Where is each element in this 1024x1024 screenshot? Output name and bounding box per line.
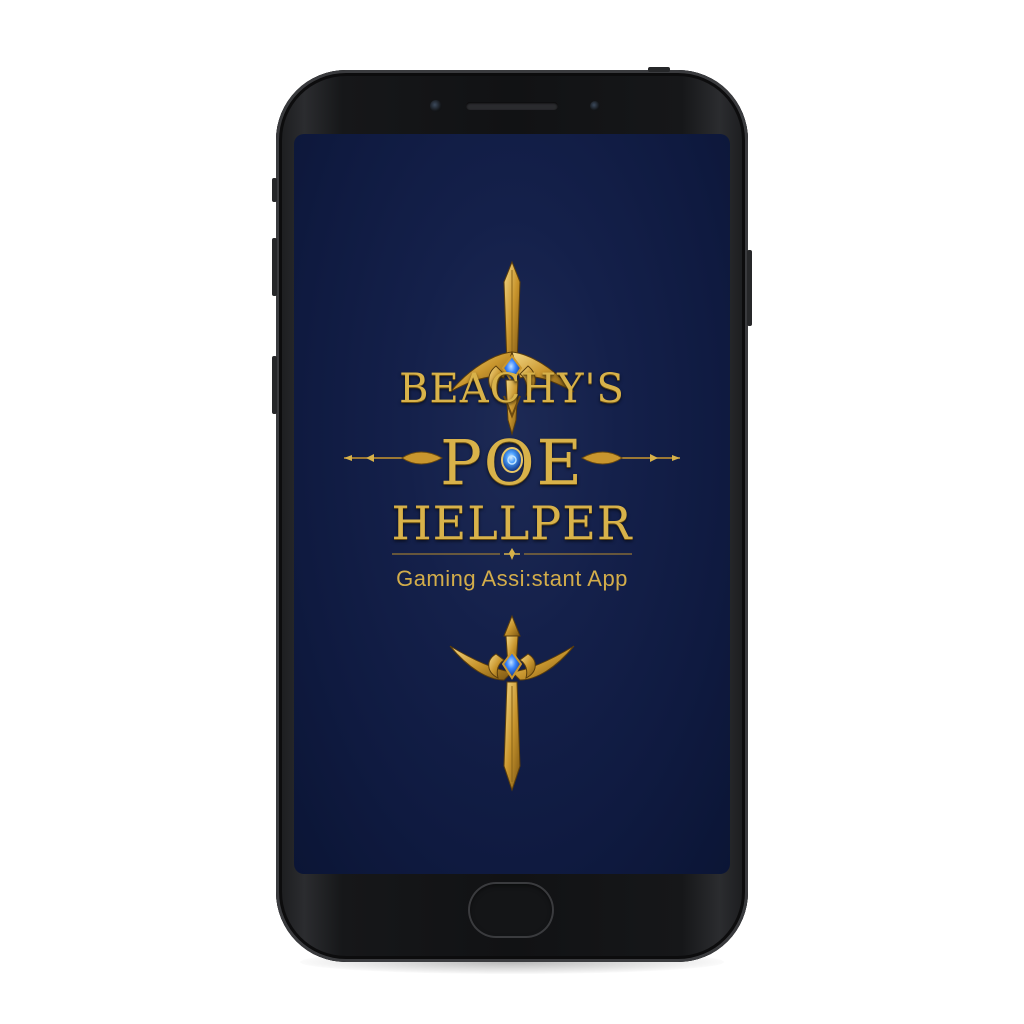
- power-button: [747, 250, 752, 326]
- stage: BEACHY'S POE: [0, 0, 1024, 1024]
- sword-emblem-icon: [449, 614, 575, 792]
- earpiece-speaker: [466, 102, 558, 110]
- home-button[interactable]: [468, 882, 554, 938]
- blue-gem-icon: [501, 447, 523, 473]
- mute-switch: [272, 178, 277, 202]
- app-subtitle: Gaming Assi:stant App: [396, 566, 628, 591]
- app-splash-screen[interactable]: BEACHY'S POE: [294, 134, 730, 874]
- title-divider: [392, 548, 632, 560]
- app-title-line-3: HELLPER: [391, 496, 633, 550]
- app-title-line-1: BEACHY'S: [399, 366, 625, 412]
- spear-ornament-icon: [580, 451, 680, 465]
- sword-emblem-icon: [449, 260, 575, 436]
- front-camera-icon: [430, 100, 442, 112]
- top-button: [648, 67, 670, 72]
- volume-down-button: [272, 356, 277, 414]
- sensor-icon: [590, 101, 600, 111]
- phone-device: BEACHY'S POE: [272, 67, 752, 962]
- volume-up-button: [272, 238, 277, 296]
